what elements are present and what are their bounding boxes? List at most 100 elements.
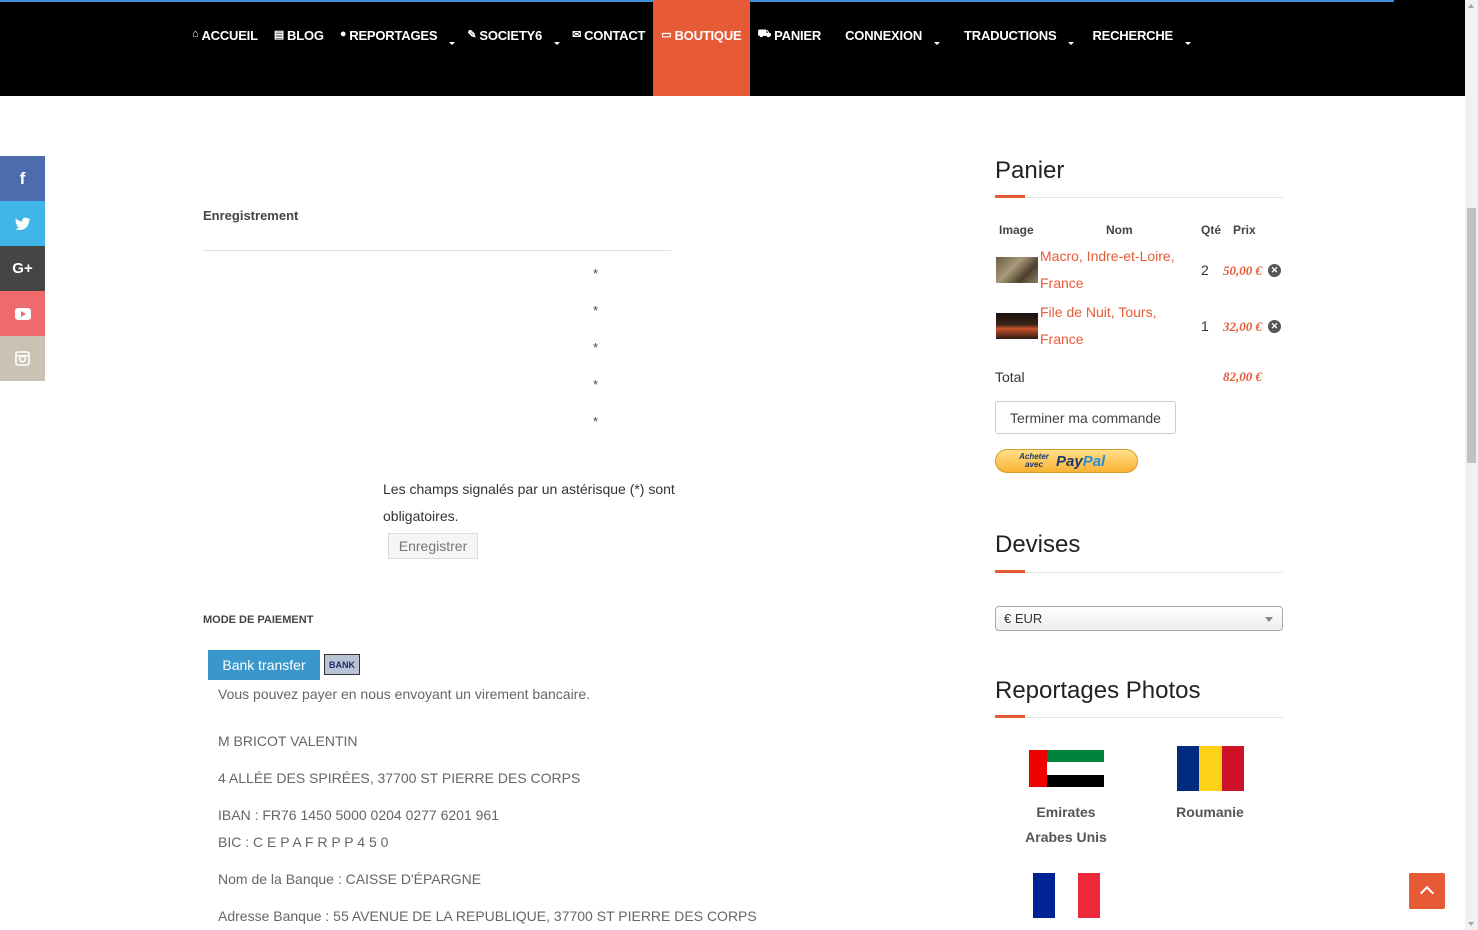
cart-total-label: Total [995,369,1025,385]
registration-title: Enregistrement [203,208,299,223]
youtube-icon[interactable] [0,291,45,336]
product-name-line: File de Nuit, Tours, [1040,304,1157,320]
bank-transfer-button[interactable]: Bank transfer [208,650,320,680]
product-thumbnail[interactable] [996,313,1038,339]
cart-widget-title: Panier [995,157,1065,184]
country-name-line: Roumanie [1176,804,1244,820]
widget-divider [995,197,1283,198]
cart-icon: ⛟ [757,28,772,40]
page-scrollbar[interactable] [1465,0,1478,930]
cart-header-name: Nom [1106,223,1133,237]
product-name-line: France [1040,331,1084,347]
item-quantity: 2 [1201,262,1209,278]
payment-title: MODE DE PAIEMENT [203,614,314,626]
back-to-top-button[interactable] [1409,873,1445,909]
caret-down-icon [449,42,456,45]
product-name-line: Macro, Indre-et-Loire, [1040,248,1175,264]
currency-select[interactable]: € EUR [995,606,1283,631]
home-icon: ⌂ [192,28,199,40]
scrollbar-thumb[interactable] [1467,208,1476,463]
product-name-line: France [1040,275,1084,291]
envelope-icon: ✉ [572,29,582,41]
nav-item-accueil[interactable]: ⌂ ACCUEIL [184,0,266,96]
register-button[interactable]: Enregistrer [388,533,478,559]
remove-item-icon[interactable]: ✕ [1268,320,1281,333]
paypal-logo-pal: Pal [1082,452,1106,470]
nav-item-blog[interactable]: ▤ BLOG [266,0,332,96]
remove-item-icon[interactable]: ✕ [1268,264,1281,277]
bank-logo: BANK [324,654,360,675]
youtube-play-icon [14,307,31,320]
required-marker: * [593,266,599,281]
product-name-link[interactable]: File de Nuit, Tours, France [1040,299,1190,353]
country-link-romania[interactable]: Roumanie [1160,800,1260,825]
nav-item-contact[interactable]: ✉ CONTACT [564,0,653,96]
widget-accent [995,715,1025,718]
nav-item-society6[interactable]: ✎ SOCIETY6 [459,0,564,96]
nav-item-reportages[interactable]: ● REPORTAGES [332,0,460,96]
nav-item-connexion[interactable]: CONNEXION [837,0,944,96]
cart-header-qty: Qté [1201,223,1222,237]
product-name-link[interactable]: Macro, Indre-et-Loire, France [1040,243,1190,297]
nav-label: BLOG [287,28,324,43]
nav-label: RECHERCHE [1092,28,1173,43]
main-nav: ⌂ ACCUEIL ▤ BLOG ● REPORTAGES ✎ SOCIETY6… [184,0,1195,96]
required-marker: * [593,377,599,392]
product-thumbnail[interactable] [996,257,1038,283]
caret-down-icon [934,42,941,45]
facebook-icon[interactable]: f [0,156,45,201]
item-price: 50,00 € [1223,263,1262,278]
nav-item-panier[interactable]: ⛟ PANIER [750,0,830,96]
cart-total-value: 82,00 € [1223,369,1262,384]
paypal-button[interactable]: Acheter avec PayPal [995,449,1138,473]
item-price: 32,00 € [1223,319,1262,334]
twitter-icon[interactable] [0,201,45,246]
required-marker: * [593,340,599,355]
nav-label: BOUTIQUE [674,28,742,43]
caret-down-icon [1068,42,1075,45]
paypal-logo-pay: Pay [1056,452,1083,470]
france-flag-icon[interactable] [1033,873,1100,918]
required-marker: * [593,303,599,318]
caret-down-icon [554,42,561,45]
nav-item-boutique[interactable]: ▭ BOUTIQUE [653,0,750,96]
social-bar: f G+ [0,156,45,381]
uae-flag-icon[interactable] [1029,750,1104,787]
nav-label: CONTACT [584,28,646,43]
chevron-down-icon [1265,617,1273,622]
divider [203,250,671,251]
nav-item-recherche[interactable]: RECHERCHE [1084,0,1195,96]
romania-flag-icon[interactable] [1177,746,1244,791]
scroll-up-arrow-icon[interactable] [1468,4,1474,8]
top-navbar: ⌂ ACCUEIL ▤ BLOG ● REPORTAGES ✎ SOCIETY6… [0,0,1465,96]
holder-address: 4 ALLÉE DES SPIRÉES, 37700 ST PIERRE DES… [218,770,581,786]
currency-widget-title: Devises [995,531,1081,558]
nav-label: TRADUCTIONS [964,28,1057,43]
cart-header-price: Prix [1233,223,1256,237]
widget-divider [995,717,1283,718]
nav-label: SOCIETY6 [479,28,543,43]
bic: BIC : C E P A F R P P 4 5 0 [218,834,389,850]
google-plus-icon[interactable]: G+ [0,246,45,291]
required-fields-note: Les champs signalés par un astérisque (*… [383,481,675,524]
widget-accent [995,195,1025,198]
nav-item-traductions[interactable]: TRADUCTIONS [956,0,1078,96]
instagram-icon[interactable] [0,336,45,381]
checkout-button[interactable]: Terminer ma commande [995,401,1176,434]
cart-header-image: Image [999,223,1034,237]
camera-icon [15,351,30,366]
nav-label: CONNEXION [845,28,923,43]
paypal-logo: PayPal [1056,453,1105,470]
iban: IBAN : FR76 1450 5000 0204 0277 6201 961 [218,807,499,823]
country-link-uae[interactable]: Emirates Arabes Unis [1016,800,1116,850]
nav-label: ACCUEIL [201,28,258,43]
required-marker: * [593,414,599,429]
currency-selected-value: € EUR [1004,611,1043,626]
widget-accent [995,570,1025,573]
paypal-small-text: Acheter avec [1019,452,1049,469]
scroll-down-arrow-icon[interactable] [1468,922,1474,926]
twitter-bird-icon [14,217,30,230]
credit-card-icon: ▭ [661,29,672,41]
item-quantity: 1 [1201,318,1209,334]
caret-down-icon [1185,42,1191,45]
